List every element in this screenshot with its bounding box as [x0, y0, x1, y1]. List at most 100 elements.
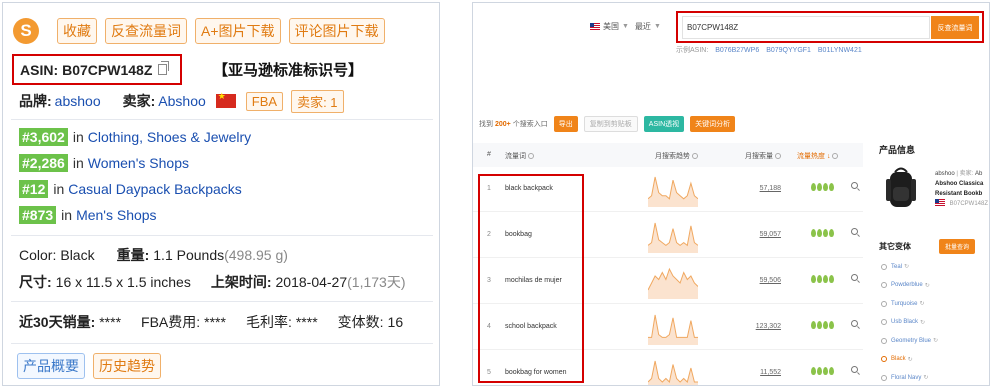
fba-fee-label: FBA费用:	[141, 314, 201, 330]
col-hot-sort[interactable]: 流量热度 ↓	[797, 151, 839, 161]
heat-drop-icon	[829, 321, 834, 329]
search-volume[interactable]: 57,188	[745, 185, 781, 192]
asin-view-button[interactable]: ASIN透视	[643, 116, 685, 132]
search-icon[interactable]	[851, 228, 858, 235]
rank-row: #873 in Men's Shops	[19, 204, 157, 226]
product-side-panel: 产品信息 abshoo | 卖家: Ab Abshoo Classica Res…	[873, 143, 989, 381]
fba-fee-value: ****	[204, 314, 226, 330]
search-volume[interactable]: 59,057	[745, 231, 781, 238]
period-select[interactable]: 最近 ▼	[635, 21, 661, 32]
col-volume[interactable]: 月搜索量	[745, 151, 781, 161]
help-icon	[692, 153, 698, 159]
heat-drop-icon	[823, 367, 828, 375]
reverse-search-button[interactable]: 反查流量词	[931, 16, 979, 39]
us-flag-icon	[590, 23, 600, 30]
variant-option[interactable]: Powderblue ↻	[881, 282, 930, 289]
product-summary: abshoo | 卖家: Ab Abshoo Classica Resistan…	[935, 171, 989, 207]
search-volume[interactable]: 59,506	[745, 277, 781, 284]
table-row[interactable]: 1 black backpack 57,188	[473, 167, 863, 212]
seller-count-badge[interactable]: 卖家: 1	[291, 89, 344, 113]
history-trend-button[interactable]: 历史趋势	[93, 353, 161, 379]
variant-option[interactable]: Black ↻	[881, 356, 913, 363]
example-asin-link[interactable]: B076B27WP6	[715, 47, 759, 54]
table-row[interactable]: 2 bookbag 59,057	[473, 213, 863, 258]
search-volume[interactable]: 11,552	[745, 369, 781, 376]
export-button[interactable]: 导出	[553, 116, 578, 132]
review-image-download-button[interactable]: 评论图片下载	[288, 18, 385, 44]
top-toolbar: S 收藏 反查流量词 A+图片下载 评论图片下载	[13, 17, 393, 45]
result-count: 200+	[495, 120, 511, 128]
traffic-heat-indicator	[811, 229, 835, 237]
product-overview-button[interactable]: 产品概要	[17, 353, 85, 379]
weight-grams: (498.95 g)	[224, 247, 288, 263]
brand-label: 品牌:	[19, 93, 52, 109]
launch-date: 2018-04-27	[275, 274, 348, 290]
table-row[interactable]: 5 bookbag for women 11,552	[473, 351, 863, 385]
variant-option[interactable]: Teal ↻	[881, 263, 909, 270]
keyword-text[interactable]: mochilas de mujer	[505, 277, 562, 284]
us-flag-icon	[935, 199, 945, 206]
heat-drop-icon	[829, 367, 834, 375]
refresh-icon: ↻	[907, 356, 913, 363]
rank-row: #2,286 in Women's Shops	[19, 152, 189, 174]
product-info-title: 产品信息	[879, 145, 916, 155]
asin-label: ASIN:	[20, 61, 59, 78]
heat-drop-icon	[817, 183, 822, 191]
divider	[11, 301, 433, 302]
other-variants-title: 其它变体	[879, 242, 911, 251]
batch-query-button[interactable]: 批量查询	[939, 239, 976, 254]
favorite-button[interactable]: 收藏	[57, 18, 97, 44]
row-number: 5	[487, 369, 491, 376]
keyword-analysis-button[interactable]: 关键词分析	[690, 116, 736, 132]
variant-option[interactable]: Floral Navy ↻	[881, 374, 928, 381]
table-row[interactable]: 3 mochilas de mujer 59,506	[473, 259, 863, 304]
example-asin-link[interactable]: B01LYNW421	[818, 47, 862, 54]
search-icon[interactable]	[851, 274, 858, 281]
divider	[11, 235, 433, 236]
reverse-asin-panel: 美国 ▼ 最近 ▼ 反查流量词 示例ASIN: B076B27WP6 B079Q…	[472, 2, 990, 386]
variant-option[interactable]: Turquoise ↻	[881, 300, 925, 307]
margin-value: ****	[295, 314, 318, 330]
search-filters: 美国 ▼ 最近 ▼	[590, 13, 667, 40]
search-icon[interactable]	[851, 366, 858, 373]
radio-icon	[881, 356, 887, 362]
keyword-text[interactable]: bookbag	[505, 231, 532, 238]
heat-drop-icon	[823, 321, 828, 329]
search-icon[interactable]	[851, 182, 858, 189]
keyword-text[interactable]: bookbag for women	[505, 369, 566, 376]
radio-icon	[881, 282, 887, 288]
variant-option[interactable]: Geometry Blue ↻	[881, 337, 938, 344]
table-row[interactable]: 4 school backpack 123,302	[473, 305, 863, 350]
brand-link[interactable]: abshoo	[55, 93, 101, 109]
search-volume[interactable]: 123,302	[745, 323, 781, 330]
copy-to-clipboard-button[interactable]: 复制到剪贴板	[583, 116, 638, 132]
copy-icon[interactable]	[158, 61, 170, 75]
search-icon[interactable]	[851, 320, 858, 327]
rank-category-link[interactable]: Casual Daypack Backpacks	[68, 181, 242, 197]
example-asin-link[interactable]: B079QYYGF1	[766, 47, 811, 54]
variant-option[interactable]: Usb Black ↻	[881, 319, 925, 326]
asin-search-input[interactable]	[682, 16, 930, 39]
heat-drop-icon	[811, 229, 816, 237]
variants-count: 16	[387, 314, 404, 330]
rank-category-link[interactable]: Clothing, Shoes & Jewelry	[88, 129, 251, 145]
seller-link[interactable]: Abshoo	[158, 93, 205, 109]
help-icon	[832, 153, 839, 159]
sales-label: 近30天销量:	[19, 314, 96, 330]
sales-metrics-row: 近30天销量: **** FBA费用: **** 毛利率: **** 变体数: …	[19, 311, 403, 333]
chevron-down-icon: ▼	[622, 23, 629, 30]
rank-badge: #12	[19, 180, 49, 198]
aplus-image-download-button[interactable]: A+图片下载	[195, 18, 281, 44]
rank-category-link[interactable]: Men's Shops	[76, 207, 157, 223]
radio-icon	[881, 263, 887, 270]
country-select[interactable]: 美国 ▼	[590, 21, 629, 32]
keyword-text[interactable]: black backpack	[505, 185, 553, 192]
rank-badge: #873	[19, 206, 57, 224]
keyword-text[interactable]: school backpack	[505, 323, 557, 330]
rank-row: #3,602 in Clothing, Shoes & Jewelry	[19, 126, 251, 148]
rank-category-link[interactable]: Women's Shops	[88, 155, 189, 171]
refresh-icon: ↻	[904, 264, 910, 270]
reverse-traffic-keywords-button[interactable]: 反查流量词	[105, 18, 187, 44]
refresh-icon: ↻	[933, 338, 939, 344]
launch-days: (1,173天)	[347, 274, 406, 290]
